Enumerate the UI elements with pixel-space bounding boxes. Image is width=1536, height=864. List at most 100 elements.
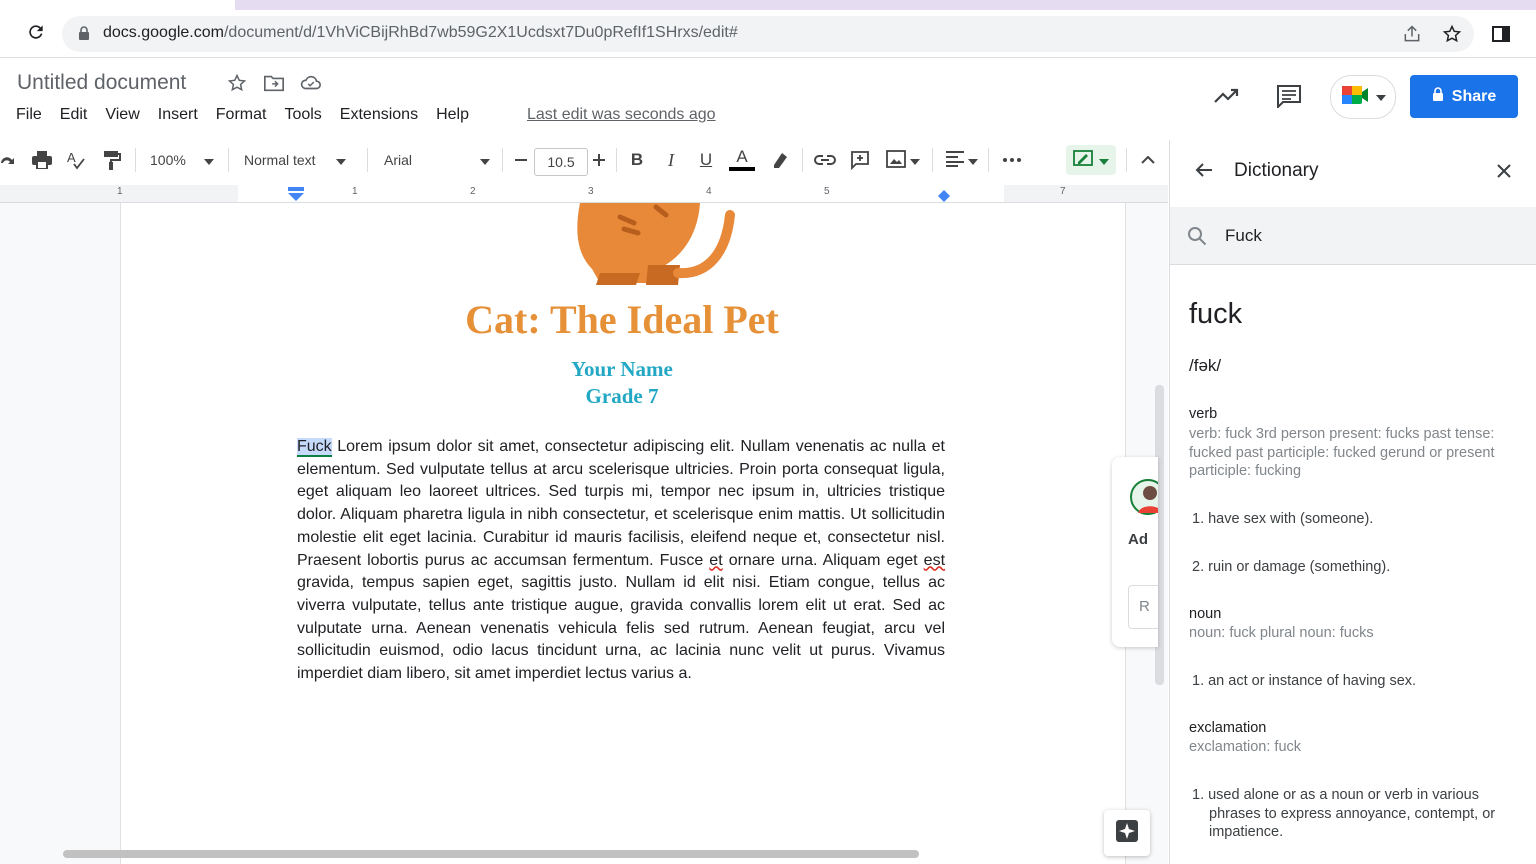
menu-format[interactable]: Format [216, 106, 267, 124]
spellcheck-icon[interactable]: A [64, 148, 88, 172]
toolbar-divider [616, 148, 617, 172]
menu-extensions[interactable]: Extensions [340, 106, 418, 124]
toolbar-divider [135, 148, 136, 172]
verb-definition-1: 1. have sex with (someone). [1192, 511, 1374, 527]
close-icon[interactable] [1497, 164, 1511, 183]
menu-edit[interactable]: Edit [60, 106, 88, 124]
explore-icon [1115, 819, 1139, 848]
chevron-down-icon [335, 152, 346, 168]
insert-link-icon[interactable] [812, 148, 838, 172]
body-text-part: gravida, tempus sapien eget, sagittis ju… [297, 574, 945, 683]
star-icon[interactable] [227, 73, 247, 98]
chevron-down-icon [480, 152, 491, 168]
side-card-input[interactable]: R [1128, 585, 1158, 629]
chevron-down-icon [203, 152, 214, 168]
italic-button[interactable]: I [660, 148, 682, 172]
font-size-input[interactable]: 10.5 [534, 148, 588, 176]
url-text[interactable]: docs.google.com/document/d/1VhViCBijRhBd… [103, 24, 738, 42]
cat-illustration [560, 203, 740, 292]
lock-icon [1432, 87, 1444, 106]
increase-font-size-icon[interactable] [590, 148, 608, 172]
move-folder-icon[interactable] [263, 73, 285, 98]
activity-trend-icon[interactable] [1213, 84, 1241, 113]
lock-icon[interactable] [78, 26, 90, 45]
body-text-part: Lorem ipsum dolor sit amet, consectetur … [297, 438, 945, 569]
document-heading: Cat: The Ideal Pet [465, 297, 779, 342]
phonetic: /fək/ [1189, 356, 1222, 375]
add-comment-icon[interactable] [848, 148, 872, 172]
bold-button[interactable]: B [626, 148, 648, 172]
highlight-color-icon[interactable] [768, 148, 792, 172]
reload-icon[interactable] [22, 18, 50, 46]
share-label: Share [1451, 87, 1497, 105]
exclamation-forms: exclamation: fuck [1189, 739, 1302, 755]
part-of-speech-exclamation: exclamation [1189, 720, 1267, 736]
suggest-edit-icon [1073, 149, 1093, 171]
chevron-down-icon [1099, 152, 1109, 168]
verb-definition-2: 2. ruin or damage (something). [1192, 559, 1391, 575]
document-title[interactable]: Untitled document [17, 71, 186, 95]
menu-tools[interactable]: Tools [284, 106, 321, 124]
underline-button[interactable]: U [695, 148, 717, 172]
menu-insert[interactable]: Insert [158, 106, 198, 124]
toolbar-divider [1126, 148, 1127, 172]
avatar [1128, 477, 1158, 522]
cloud-status-icon[interactable] [300, 73, 322, 98]
font-value: Arial [384, 152, 413, 168]
image-icon [886, 149, 906, 171]
print-icon[interactable] [30, 148, 54, 172]
insert-image-button[interactable] [882, 148, 924, 172]
back-arrow-icon[interactable] [1195, 162, 1213, 183]
ruler-number: 1 [352, 186, 358, 197]
ruler-number: 3 [588, 186, 594, 197]
misspelled-word[interactable]: et [709, 552, 722, 569]
menu-view[interactable]: View [105, 106, 139, 124]
ruler-number: 7 [1060, 186, 1066, 197]
explore-button[interactable] [1104, 810, 1150, 856]
browser-tab-strip [235, 0, 1536, 10]
paint-format-icon[interactable] [100, 148, 124, 172]
chevron-down-icon [968, 152, 978, 168]
menu-file[interactable]: File [16, 106, 42, 124]
zoom-value: 100% [150, 152, 186, 168]
align-button[interactable] [942, 148, 982, 172]
comments-icon[interactable] [1276, 84, 1302, 113]
dictionary-word: fuck [1189, 298, 1243, 330]
ruler-number: 5 [824, 186, 830, 197]
body-paragraph[interactable]: Fuck Lorem ipsum dolor sit amet, consect… [297, 436, 945, 686]
font-select[interactable]: Arial [384, 148, 496, 172]
style-select[interactable]: Normal text [244, 148, 359, 172]
misspelled-word[interactable]: est [924, 552, 945, 569]
bookmark-star-icon[interactable] [1442, 24, 1462, 49]
editing-mode-button[interactable] [1066, 145, 1116, 175]
redo-icon[interactable] [0, 148, 18, 172]
menu-bar: File Edit View Insert Format Tools Exten… [16, 106, 487, 124]
align-left-icon [946, 150, 964, 170]
search-icon [1187, 226, 1207, 251]
last-edit-link[interactable]: Last edit was seconds ago [527, 106, 716, 124]
chevron-down-icon [1376, 88, 1386, 106]
side-panel-icon[interactable] [1491, 24, 1511, 49]
meet-button[interactable] [1330, 75, 1396, 119]
share-page-icon[interactable] [1402, 24, 1422, 49]
part-of-speech-noun: noun [1189, 606, 1222, 622]
selected-word[interactable]: Fuck [297, 438, 332, 457]
menu-help[interactable]: Help [436, 106, 469, 124]
toolbar-divider [367, 148, 368, 172]
ruler-number: 2 [470, 186, 476, 197]
text-color-button[interactable]: A [729, 148, 755, 172]
collapse-menu-icon[interactable] [1138, 148, 1158, 172]
text-color-swatch [729, 167, 755, 171]
decrease-font-size-icon[interactable] [512, 148, 530, 172]
more-options-icon[interactable] [1000, 148, 1024, 172]
zoom-select[interactable]: 100% [150, 148, 220, 172]
search-value[interactable]: Fuck [1225, 226, 1262, 246]
toolbar-divider [502, 148, 503, 172]
part-of-speech-verb: verb [1189, 406, 1218, 422]
assistant-side-card[interactable]: Ad R [1112, 457, 1158, 647]
toolbar-divider [988, 148, 989, 172]
url-host: docs.google.com [103, 24, 224, 41]
style-value: Normal text [244, 152, 316, 168]
horizontal-scrollbar[interactable] [63, 850, 919, 858]
share-button[interactable]: Share [1410, 75, 1518, 118]
